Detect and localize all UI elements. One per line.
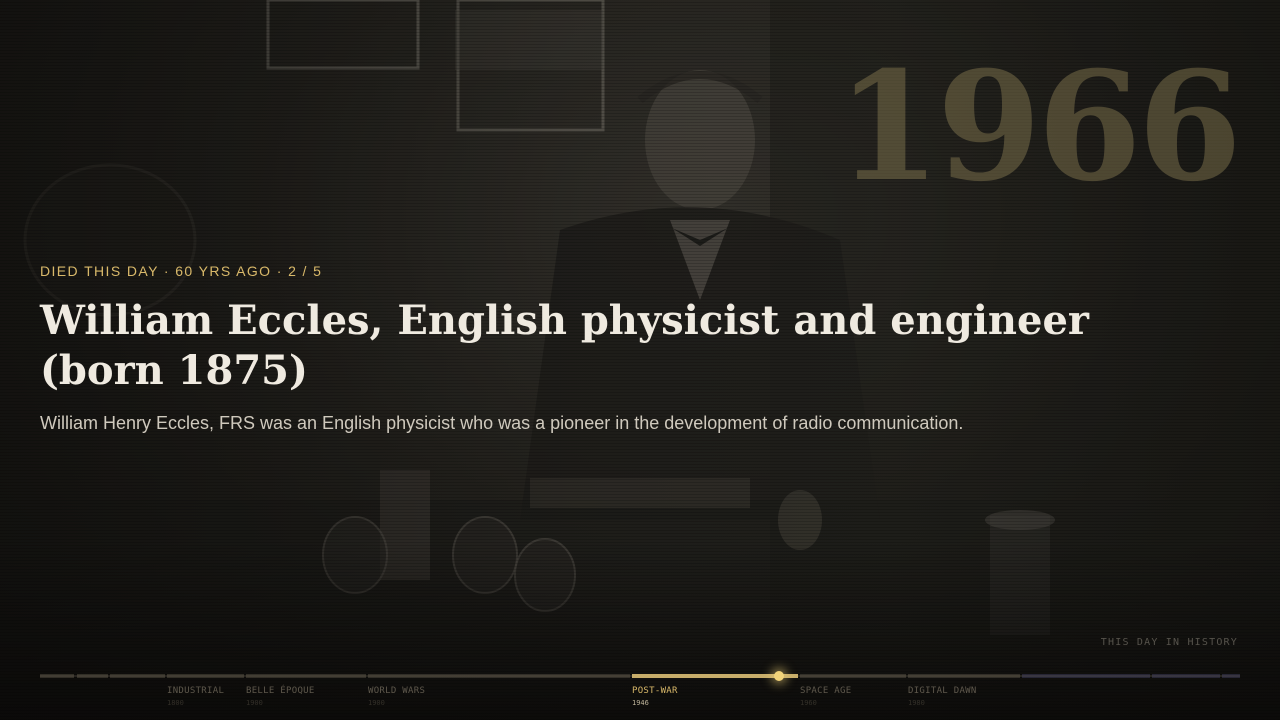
brand-label: THIS DAY IN HISTORY	[1100, 637, 1238, 648]
timeline-playhead[interactable]	[774, 671, 785, 681]
timeline-segment-pre	[40, 674, 74, 678]
event-meta: DIED THIS DAY · 60 YRS AGO · 2 / 5	[40, 263, 323, 279]
timeline-era-segment[interactable]	[368, 674, 630, 678]
timeline-era-year: 1980	[908, 699, 925, 707]
timeline-era-label[interactable]: INDUSTRIAL	[167, 686, 224, 696]
timeline-era-segment[interactable]	[632, 674, 798, 678]
year-watermark: 1966	[836, 39, 1242, 215]
timeline-era-year: 1900	[368, 699, 385, 707]
event-description: William Henry Eccles, FRS was an English…	[40, 413, 964, 433]
timeline-era-label[interactable]: SPACE AGE	[800, 686, 851, 696]
timeline-era-year: 1800	[167, 699, 184, 707]
timeline-era-year: 1960	[800, 699, 817, 707]
timeline-era-label[interactable]: WORLD WARS	[368, 686, 425, 696]
timeline-era-label[interactable]: DIGITAL DAWN	[908, 686, 977, 696]
timeline-era-label[interactable]: POST-WAR	[632, 686, 678, 696]
timeline-era-year: 1900	[246, 699, 263, 707]
era-timeline[interactable]: INDUSTRIAL 1800 BELLE ÉPOQUE 1900 WORLD WARS…	[40, 671, 1240, 720]
timeline-era-segment[interactable]	[246, 674, 366, 678]
timeline-era-label[interactable]: BELLE ÉPOQUE	[246, 686, 315, 696]
timeline-era-segment[interactable]	[800, 674, 906, 678]
timeline-segment-pre	[110, 674, 165, 678]
timeline-segment-post	[1022, 674, 1150, 678]
timeline-era-year: 1946	[632, 699, 649, 707]
timeline-segment-post	[1152, 674, 1220, 678]
timeline-segment-pre	[77, 674, 108, 678]
timeline-era-segment[interactable]	[167, 674, 244, 678]
timeline-era-segment[interactable]	[908, 674, 1020, 678]
timeline-segment-post	[1222, 674, 1240, 678]
event-title: William Eccles, English physicist and en…	[40, 297, 1089, 394]
